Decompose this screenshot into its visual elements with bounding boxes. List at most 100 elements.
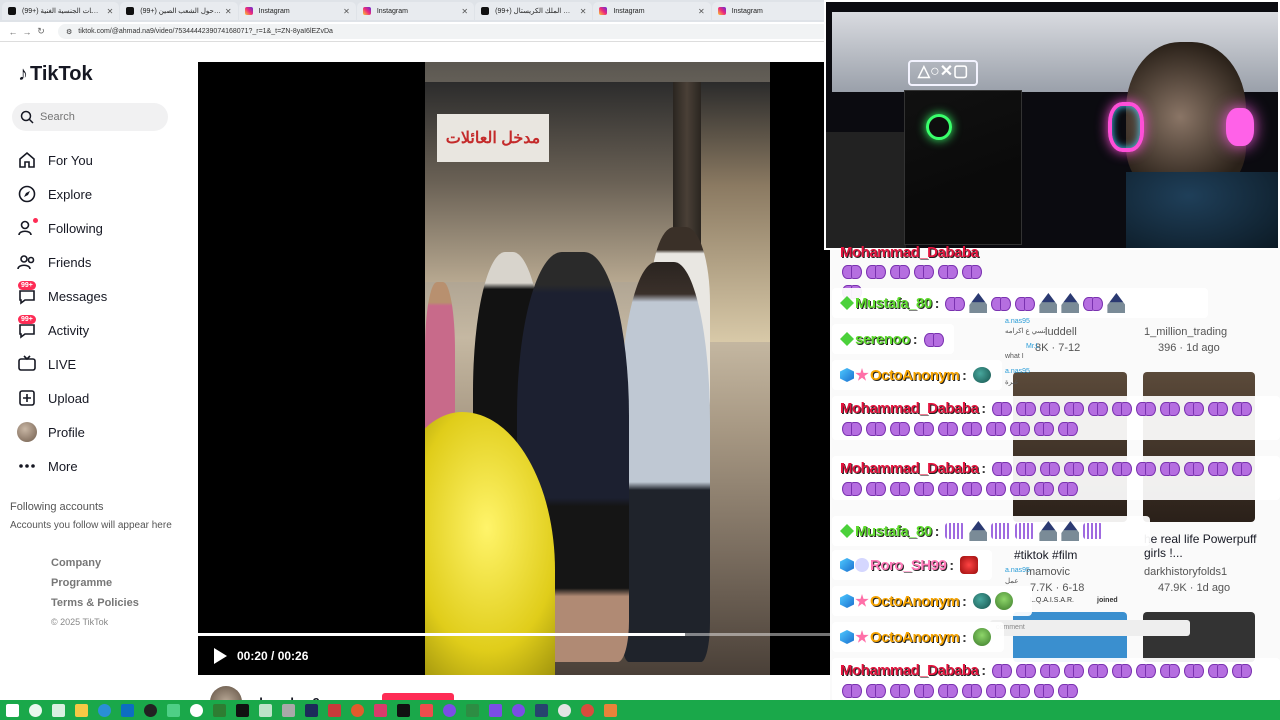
app-icon[interactable]	[351, 703, 364, 717]
video-stats: 396 · 1d ago	[1158, 342, 1220, 354]
sidebar-item-more[interactable]: More	[16, 449, 107, 483]
comment-user[interactable]: a.nas95	[1005, 368, 1030, 375]
video-progress-bar[interactable]	[198, 633, 830, 636]
comment-user[interactable]: a.nas95	[1005, 567, 1030, 574]
bow-emote-icon	[1015, 296, 1036, 311]
browser-tab[interactable]: Instagram ✕	[593, 2, 711, 20]
sidebar-item-live[interactable]: LIVE	[16, 347, 107, 381]
video-caption[interactable]: #tiktok #film	[1014, 548, 1077, 562]
app-icon[interactable]	[190, 703, 203, 717]
chat-username[interactable]: OctoAnonym	[870, 629, 960, 646]
notification-dot	[33, 218, 38, 223]
sidebar-item-following[interactable]: Following	[16, 211, 107, 245]
start-icon[interactable]	[6, 703, 19, 717]
chat-username[interactable]: Roro_SH99	[870, 557, 947, 574]
chat-username[interactable]: Mohammad_Dababa	[840, 244, 998, 261]
close-icon[interactable]: ✕	[225, 7, 232, 16]
app-icon[interactable]	[466, 703, 479, 717]
close-icon[interactable]: ✕	[107, 7, 114, 16]
tiktok-logo[interactable]: ♪ TikTok	[18, 63, 93, 86]
browser-tab[interactable]: Instagram ✕	[356, 2, 475, 20]
chat-username[interactable]: Mustafa_80	[855, 523, 932, 540]
chrome-icon[interactable]	[558, 703, 571, 717]
comment-user[interactable]: Mr.L	[1026, 343, 1040, 350]
bow-emote-icon	[1160, 663, 1181, 678]
chat-username[interactable]: Mohammad_Dababa	[840, 400, 979, 417]
video-author-name[interactable]: mamovic	[1026, 566, 1070, 578]
app-icon[interactable]	[512, 703, 525, 717]
chat-separator: :	[981, 460, 987, 476]
comment-user[interactable]: a.nas95	[1005, 318, 1030, 325]
search-input[interactable]	[40, 111, 150, 123]
star-badge-icon	[855, 594, 869, 607]
app-icon[interactable]	[213, 703, 226, 717]
browser-tab[interactable]: Instagram	[711, 2, 829, 20]
bow-emote-icon	[938, 264, 958, 279]
app-icon[interactable]	[328, 703, 341, 717]
app-icon[interactable]	[282, 703, 295, 717]
video-stats: 47.9K · 1d ago	[1158, 582, 1231, 594]
copyright: © 2025 TikTok	[51, 617, 109, 627]
video-caption[interactable]: he real life Powerpuff girls !...	[1144, 532, 1274, 560]
search-icon[interactable]	[29, 703, 42, 717]
app-icon[interactable]	[374, 703, 387, 717]
close-icon[interactable]: ✕	[461, 7, 468, 16]
sidebar-item-upload[interactable]: Upload	[16, 381, 107, 415]
app-icon[interactable]	[535, 703, 548, 717]
browser-tab[interactable]: (99+) الملك الكريستال @rwafaa ✕	[475, 2, 593, 20]
tiktok-icon[interactable]	[397, 703, 410, 717]
app-icon[interactable]	[259, 703, 272, 717]
footer-link-programme[interactable]: Programme	[51, 577, 139, 589]
tiktok-icon	[481, 7, 490, 15]
search-box[interactable]	[12, 103, 168, 131]
bow-emote-icon	[1040, 461, 1061, 476]
close-icon[interactable]: ✕	[580, 7, 587, 16]
sidebar-item-profile[interactable]: Profile	[16, 415, 107, 449]
video-author-name[interactable]: darkhistoryfolds1	[1144, 566, 1227, 578]
chat-username[interactable]: Mustafa_80	[855, 295, 932, 312]
app-icon[interactable]	[420, 703, 433, 717]
app-icon[interactable]	[167, 703, 180, 717]
video-author-name[interactable]: 1_million_trading	[1144, 326, 1227, 338]
premiere-icon[interactable]	[305, 703, 318, 717]
app-icon[interactable]	[489, 703, 502, 717]
browser-tab[interactable]: (99+) تحليلات حول الشعب الصين ✕	[120, 2, 238, 20]
video-player[interactable]: مدخل العائلات 00:20 / 00:26	[198, 62, 830, 675]
reload-icon[interactable]: ↻	[34, 26, 48, 37]
play-icon[interactable]	[214, 648, 227, 664]
app-icon[interactable]	[604, 703, 617, 717]
bow-emote-icon	[914, 264, 934, 279]
footer-link-terms[interactable]: Terms & Policies	[51, 597, 139, 609]
chat-username[interactable]: OctoAnonym	[870, 593, 960, 610]
chat-username[interactable]: Mohammad_Dababa	[840, 460, 979, 477]
app-icon[interactable]	[236, 703, 249, 717]
site-info-icon[interactable]: ⚙	[66, 28, 72, 36]
file-explorer-icon[interactable]	[75, 703, 88, 717]
footer-link-company[interactable]: Company	[51, 557, 139, 569]
app-icon[interactable]	[443, 703, 456, 717]
browser-tab[interactable]: Instagram ✕	[238, 2, 356, 20]
sidebar-nav: For You Explore Following Friends 99+ Me…	[16, 143, 107, 483]
forward-icon[interactable]: →	[20, 27, 34, 37]
sidebar-item-activity[interactable]: 99+ Activity	[16, 313, 107, 347]
app-icon[interactable]	[144, 703, 157, 717]
sidebar-item-messages[interactable]: 99+ Messages	[16, 279, 107, 313]
sidebar-item-for-you[interactable]: For You	[16, 143, 107, 177]
edge-icon[interactable]	[98, 703, 111, 717]
sidebar-item-explore[interactable]: Explore	[16, 177, 107, 211]
browser-tab[interactable]: (99+) السارسات الجنسية الغنية ✕	[2, 2, 120, 20]
back-icon[interactable]: ←	[6, 27, 20, 37]
url-field[interactable]: ⚙ tiktok.com/@ahmad.na9/video/75344442390…	[58, 24, 830, 39]
chat-username[interactable]: OctoAnonym	[870, 367, 960, 384]
chat-username[interactable]: Mohammad_Dababa	[840, 662, 979, 679]
task-view-icon[interactable]	[52, 703, 65, 717]
close-icon[interactable]: ✕	[698, 7, 705, 16]
video-author-name[interactable]: luddell	[1045, 326, 1077, 338]
sidebar-item-friends[interactable]: Friends	[16, 245, 107, 279]
comment-input[interactable]: comment	[990, 620, 1190, 636]
chrome-icon[interactable]	[581, 703, 594, 717]
outlook-icon[interactable]	[121, 703, 134, 717]
tab-label: (99+) تحليلات حول الشعب الصين	[140, 8, 221, 15]
close-icon[interactable]: ✕	[343, 7, 350, 16]
chat-username[interactable]: serenoo	[855, 331, 910, 348]
